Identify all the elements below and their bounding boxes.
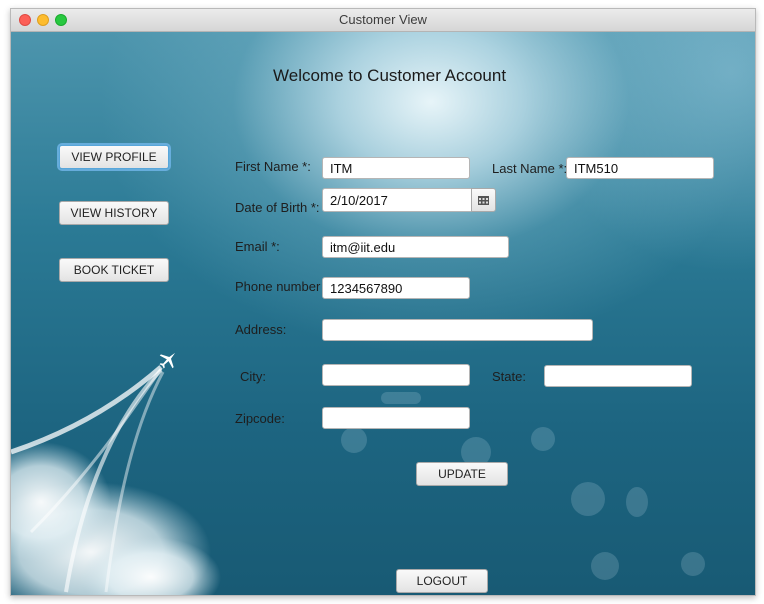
zipcode-field[interactable] [322, 407, 470, 429]
first-name-label: First Name *: [235, 159, 311, 174]
airplane-contrail-graphic [11, 365, 221, 595]
phone-number-field[interactable] [322, 277, 470, 299]
email-label: Email *: [235, 239, 280, 254]
phone-number-label: Phone number * [235, 279, 329, 294]
address-label: Address: [235, 322, 287, 337]
email-field[interactable] [322, 236, 509, 258]
logout-button[interactable]: LOGOUT [396, 569, 488, 593]
state-field[interactable] [544, 365, 692, 387]
date-of-birth-label: Date of Birth *: [235, 200, 320, 215]
window-title: Customer View [339, 12, 427, 27]
view-profile-button[interactable]: VIEW PROFILE [59, 145, 169, 169]
date-of-birth-field[interactable] [322, 188, 472, 212]
last-name-label: Last Name *: [492, 161, 568, 176]
title-bar: Customer View [11, 9, 755, 32]
calendar-icon [478, 196, 489, 205]
page-heading: Welcome to Customer Account [273, 66, 507, 85]
book-ticket-button[interactable]: BOOK TICKET [59, 258, 169, 282]
state-label: State: [492, 369, 526, 384]
address-field[interactable] [322, 319, 593, 341]
first-name-field[interactable] [322, 157, 470, 179]
date-picker-button[interactable] [471, 188, 496, 212]
city-field[interactable] [322, 364, 470, 386]
city-label: City: [240, 369, 266, 384]
update-button[interactable]: UPDATE [416, 462, 508, 486]
content-area: Welcome to Customer Account VIEW PROFILE… [11, 32, 755, 595]
zipcode-label: Zipcode: [235, 411, 285, 426]
last-name-field[interactable] [566, 157, 714, 179]
customer-view-window: Customer View Welcome to Customer Accoun… [10, 8, 756, 596]
view-history-button[interactable]: VIEW HISTORY [59, 201, 169, 225]
